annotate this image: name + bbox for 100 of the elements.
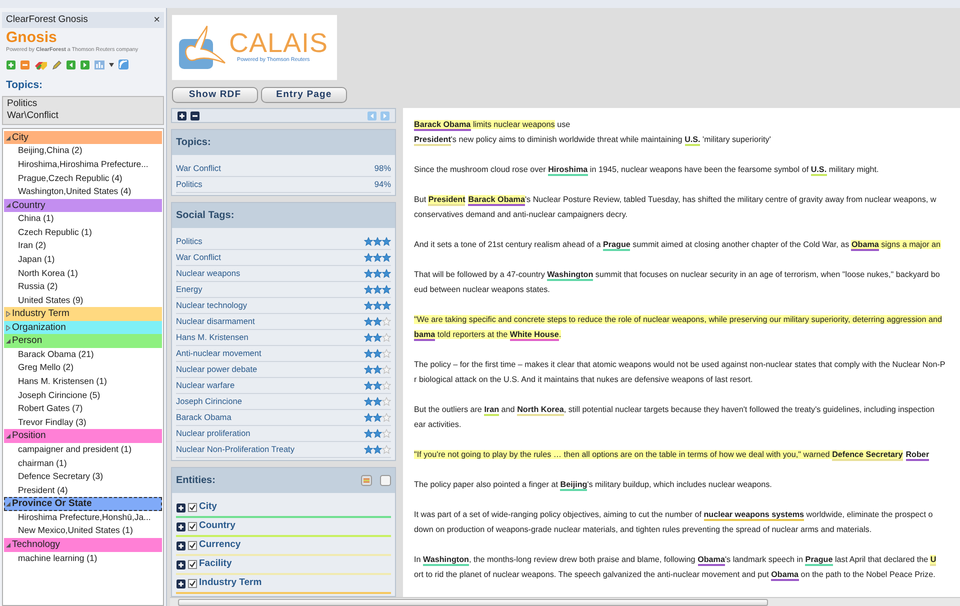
expanded-icon[interactable] xyxy=(5,542,11,548)
tag-link[interactable]: Hans M. Kristensen xyxy=(176,331,248,344)
add-icon[interactable] xyxy=(6,60,16,70)
expand-icon[interactable] xyxy=(176,502,186,512)
entity-link[interactable]: Defence Secretary xyxy=(832,450,903,461)
color-tag-icon[interactable] xyxy=(34,60,48,70)
tree-item[interactable]: Hiroshima,Hiroshima Prefecture... xyxy=(4,158,162,172)
tree-group[interactable]: Person xyxy=(4,334,162,348)
topic-item[interactable]: Politics xyxy=(3,98,163,110)
tag-link[interactable]: Nuclear power debate xyxy=(176,363,258,376)
expanded-icon[interactable] xyxy=(5,338,11,344)
tag-link[interactable]: Nuclear warfare xyxy=(176,379,235,392)
entity-link[interactable]: Beijing xyxy=(560,480,588,491)
entity-link[interactable]: Washington xyxy=(547,270,594,281)
tree-group[interactable]: Technology xyxy=(4,538,162,552)
entity-link[interactable]: North Korea xyxy=(517,405,564,416)
entity-link[interactable]: Iran xyxy=(484,405,500,416)
expand-icon[interactable] xyxy=(176,578,186,588)
tree-item[interactable]: Hiroshima Prefecture,Honshū,Ja... xyxy=(4,510,162,524)
tree-item[interactable]: Joseph Cirincione (5) xyxy=(4,388,162,402)
tree-group[interactable]: Province Or State xyxy=(4,497,162,511)
back-icon[interactable] xyxy=(66,60,76,70)
tree-item[interactable]: Czech Republic (1) xyxy=(4,226,162,240)
tree-item[interactable]: campaigner and president (1) xyxy=(4,442,162,457)
feed-icon[interactable] xyxy=(118,59,129,70)
tree-item[interactable]: Japan (1) xyxy=(4,253,162,267)
collapsed-icon[interactable] xyxy=(5,311,11,318)
forward-icon[interactable] xyxy=(80,60,90,70)
tree-item[interactable]: New Mexico,United States (1) xyxy=(4,524,162,538)
tag-link[interactable]: Energy xyxy=(176,283,202,296)
tag-link[interactable]: Nuclear proliferation xyxy=(176,427,250,440)
entity-link[interactable]: Hiroshima xyxy=(548,165,588,176)
toolbar-button[interactable]: Entry Page xyxy=(261,87,347,103)
entity-row[interactable]: Industry Term xyxy=(176,575,391,594)
legend-icon[interactable] xyxy=(361,475,372,486)
tree-item[interactable]: Beijing,China (2) xyxy=(4,144,162,158)
tag-link[interactable]: Nuclear weapons xyxy=(176,267,240,280)
tag-link[interactable]: Nuclear technology xyxy=(176,299,248,312)
tree-item[interactable]: Prague,Czech Republic (4) xyxy=(4,172,162,186)
expanded-icon[interactable] xyxy=(5,433,11,440)
expand-all-icon[interactable] xyxy=(177,110,187,120)
tree-item[interactable]: chairman (1) xyxy=(4,456,162,470)
entity-link[interactable]: Obama xyxy=(771,570,799,581)
checkbox[interactable] xyxy=(188,503,197,512)
tag-link[interactable]: Joseph Cirincione xyxy=(176,395,242,408)
entity-link[interactable]: bama xyxy=(414,330,436,341)
tag-link[interactable]: War Conflict xyxy=(176,251,221,264)
chart-icon[interactable] xyxy=(94,60,105,70)
tree-item[interactable]: Trevor Findlay (3) xyxy=(4,416,162,430)
tree-item[interactable]: China (1) xyxy=(4,212,162,226)
entity-link[interactable]: nuclear weapons systems xyxy=(704,510,804,521)
blank-icon[interactable] xyxy=(380,475,391,486)
tag-link[interactable]: Politics xyxy=(176,235,202,248)
tree-item[interactable]: Defence Secretary (3) xyxy=(4,470,162,484)
tree-item[interactable]: Iran (2) xyxy=(4,239,162,254)
remove-icon[interactable] xyxy=(20,60,30,70)
tree-group[interactable]: Industry Term xyxy=(4,307,162,321)
tree-item[interactable]: United States (9) xyxy=(4,294,162,308)
tree-item[interactable]: Washington,United States (4) xyxy=(4,185,162,199)
checkbox[interactable] xyxy=(188,579,197,588)
tree-group[interactable]: Position xyxy=(4,429,162,443)
entity-link[interactable]: U.S. xyxy=(684,135,700,146)
entity-link[interactable]: Rober xyxy=(906,450,930,461)
entity-link[interactable]: Prague xyxy=(805,555,833,566)
tag-link[interactable]: Barack Obama xyxy=(176,411,232,424)
toolbar-button[interactable]: Show RDF xyxy=(172,87,258,103)
tree-item[interactable]: Robert Gates (7) xyxy=(4,402,162,416)
entity-row[interactable]: Currency xyxy=(176,537,391,556)
collapsed-icon[interactable] xyxy=(5,324,11,331)
tree-group[interactable]: City xyxy=(4,130,162,144)
expand-icon[interactable] xyxy=(176,522,186,532)
entity-link[interactable]: Barack Obama xyxy=(468,195,525,206)
collapse-all-icon[interactable] xyxy=(190,110,200,120)
entity-row[interactable]: City xyxy=(176,499,391,518)
caret-icon[interactable] xyxy=(109,62,114,67)
expanded-icon[interactable] xyxy=(5,501,11,508)
topic-link[interactable]: War Conflict xyxy=(176,162,221,175)
entity-link[interactable]: U.S. xyxy=(810,165,827,176)
tree-item[interactable]: Barack Obama (21) xyxy=(4,348,162,362)
tree-item[interactable]: machine learning (1) xyxy=(4,552,162,566)
entity-link[interactable]: President xyxy=(414,135,451,146)
topic-item[interactable]: War\Conflict xyxy=(3,110,163,123)
tree-item[interactable]: Hans M. Kristensen (1) xyxy=(4,375,162,389)
entity-link[interactable]: U xyxy=(930,555,936,566)
tree-group[interactable]: Country xyxy=(4,198,162,212)
entity-link[interactable]: President xyxy=(428,195,466,206)
expand-icon[interactable] xyxy=(176,560,186,570)
horizontal-scrollbar[interactable] xyxy=(170,597,960,606)
checkbox[interactable] xyxy=(188,522,197,531)
tag-link[interactable]: Anti-nuclear movement xyxy=(176,347,262,360)
expanded-icon[interactable] xyxy=(5,134,11,141)
checkbox[interactable] xyxy=(188,541,197,550)
checkbox[interactable] xyxy=(188,560,197,569)
pencil-icon[interactable] xyxy=(52,60,62,70)
close-button[interactable]: × xyxy=(154,14,160,26)
tree-item[interactable]: Russia (2) xyxy=(4,280,162,294)
topic-link[interactable]: Politics xyxy=(176,178,202,191)
expanded-icon[interactable] xyxy=(5,202,11,208)
entity-link[interactable]: Prague xyxy=(602,240,630,251)
tree-item[interactable]: President (4) xyxy=(4,484,162,498)
